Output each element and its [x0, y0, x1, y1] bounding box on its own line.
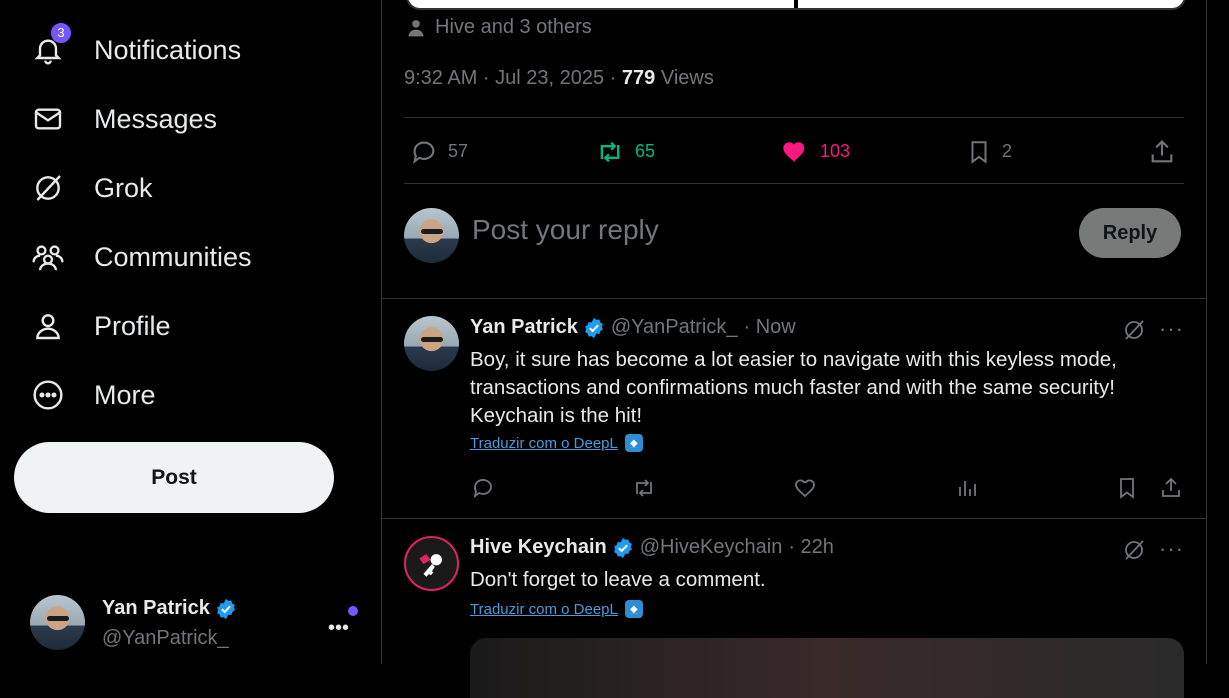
bookmark-icon: [971, 140, 987, 164]
notification-badge: 3: [50, 22, 72, 44]
account-switcher[interactable]: Yan Patrick @YanPatrick_ •••: [30, 595, 360, 655]
tweet-time[interactable]: · Now: [744, 316, 796, 339]
more-options-icon[interactable]: ···: [1159, 316, 1184, 342]
bookmark-count: 2: [1002, 141, 1013, 161]
tweet-header: Hive Keychain @HiveKeychain · 22h: [470, 536, 834, 559]
post-button[interactable]: Post: [14, 442, 334, 513]
like-count: 103: [820, 141, 851, 161]
avatar: [404, 208, 459, 263]
bell-icon: 3: [30, 22, 72, 68]
reply-button[interactable]: Reply: [1079, 208, 1181, 258]
reply-tweet[interactable]: Hive Keychain @HiveKeychain · 22h ··· Do…: [382, 518, 1206, 698]
nav-profile[interactable]: Profile: [30, 301, 171, 351]
post-media[interactable]: [406, 0, 1186, 10]
heart-icon: [783, 141, 805, 162]
translate-link[interactable]: Traduzir com o DeepL ◆: [470, 600, 643, 618]
reply-tweet[interactable]: Yan Patrick @YanPatrick_ · Now ··· Boy, …: [382, 298, 1206, 519]
main-column: Hive and 3 others 9:32 AM · Jul 23, 2025…: [381, 0, 1207, 698]
post-meta: 9:32 AM · Jul 23, 2025 · 779 Views: [404, 67, 714, 90]
nav-label: Grok: [94, 172, 153, 203]
account-name-row: Yan Patrick: [102, 597, 237, 620]
reply-icon: [413, 141, 435, 164]
nav-messages[interactable]: Messages: [30, 94, 217, 144]
communities-icon: [30, 239, 66, 275]
analytics-icon[interactable]: [954, 476, 980, 500]
author-handle[interactable]: @HiveKeychain: [640, 536, 783, 559]
bookmark-action[interactable]: 2: [966, 124, 1012, 179]
author-name[interactable]: Yan Patrick: [470, 316, 578, 339]
nav-communities[interactable]: Communities: [30, 232, 252, 282]
reply-composer: Post your reply Reply: [382, 184, 1206, 299]
share-action[interactable]: [1148, 124, 1176, 179]
more-circle-icon: [30, 377, 66, 413]
views-label: Views: [655, 67, 714, 89]
tweet-media[interactable]: [470, 638, 1184, 698]
translate-link[interactable]: Traduzir com o DeepL ◆: [470, 434, 643, 452]
account-name: Yan Patrick: [102, 597, 210, 619]
post-actions: 57 65 103 2: [404, 124, 1184, 179]
account-more-icon[interactable]: •••: [328, 617, 349, 640]
tagged-users[interactable]: Hive and 3 others: [406, 16, 592, 39]
reply-action[interactable]: 57: [410, 124, 468, 179]
more-options-icon[interactable]: ···: [1159, 536, 1184, 562]
person-icon: [30, 308, 66, 344]
deepl-icon: ◆: [624, 434, 643, 452]
hive-keychain-logo[interactable]: [404, 536, 459, 591]
repost-icon[interactable]: [631, 476, 657, 500]
nav-label: Messages: [94, 103, 218, 134]
tweet-text: Don't forget to leave a comment.: [470, 568, 766, 591]
grok-icon: [30, 170, 66, 206]
repost-action[interactable]: 65: [595, 124, 655, 179]
nav-grok[interactable]: Grok: [30, 163, 153, 213]
nav-label: More: [94, 379, 156, 410]
avatar[interactable]: [404, 316, 459, 371]
divider: [404, 117, 1184, 118]
deepl-icon: ◆: [624, 600, 643, 618]
post-timestamp[interactable]: 9:32 AM · Jul 23, 2025 ·: [404, 67, 622, 89]
unread-indicator: [348, 606, 358, 616]
nav-more[interactable]: More: [30, 370, 156, 420]
tagged-label: Hive and 3 others: [435, 16, 592, 38]
account-handle: @YanPatrick_: [102, 627, 229, 649]
translate-label: Traduzir com o DeepL: [470, 600, 618, 618]
nav-notifications[interactable]: 3 Notifications: [30, 22, 242, 75]
repost-count: 65: [635, 141, 656, 161]
author-name[interactable]: Hive Keychain: [470, 536, 607, 559]
avatar: [30, 595, 85, 650]
grok-icon[interactable]: [1122, 538, 1146, 562]
nav-label: Communities: [94, 241, 252, 272]
share-icon: [1151, 139, 1173, 162]
person-icon: [408, 19, 424, 36]
views-count: 779: [621, 67, 656, 89]
envelope-icon: [30, 101, 66, 137]
share-icon[interactable]: [1158, 476, 1184, 500]
sidebar: 3 Notifications Messages Grok Communitie…: [0, 0, 381, 664]
verified-badge-icon: [584, 317, 603, 338]
reply-count: 57: [448, 141, 469, 161]
key-icon: [418, 553, 442, 577]
translate-label: Traduzir com o DeepL: [470, 434, 618, 452]
nav-label: Notifications: [94, 34, 242, 65]
reply-icon[interactable]: [470, 476, 496, 500]
grok-icon[interactable]: [1122, 318, 1146, 342]
verified-badge-icon: [613, 537, 632, 558]
heart-icon[interactable]: [792, 476, 818, 500]
verified-badge-icon: [216, 598, 235, 619]
reply-input[interactable]: Post your reply: [472, 214, 659, 246]
nav-label: Profile: [94, 310, 171, 341]
tweet-header: Yan Patrick @YanPatrick_ · Now: [470, 316, 796, 339]
tweet-text: Boy, it sure has become a lot easier to …: [470, 348, 1117, 427]
author-handle[interactable]: @YanPatrick_: [611, 316, 738, 339]
bookmark-icon[interactable]: [1115, 476, 1139, 500]
like-action[interactable]: 103: [780, 124, 850, 179]
tweet-time[interactable]: · 22h: [788, 536, 834, 559]
repost-icon: [600, 141, 620, 162]
